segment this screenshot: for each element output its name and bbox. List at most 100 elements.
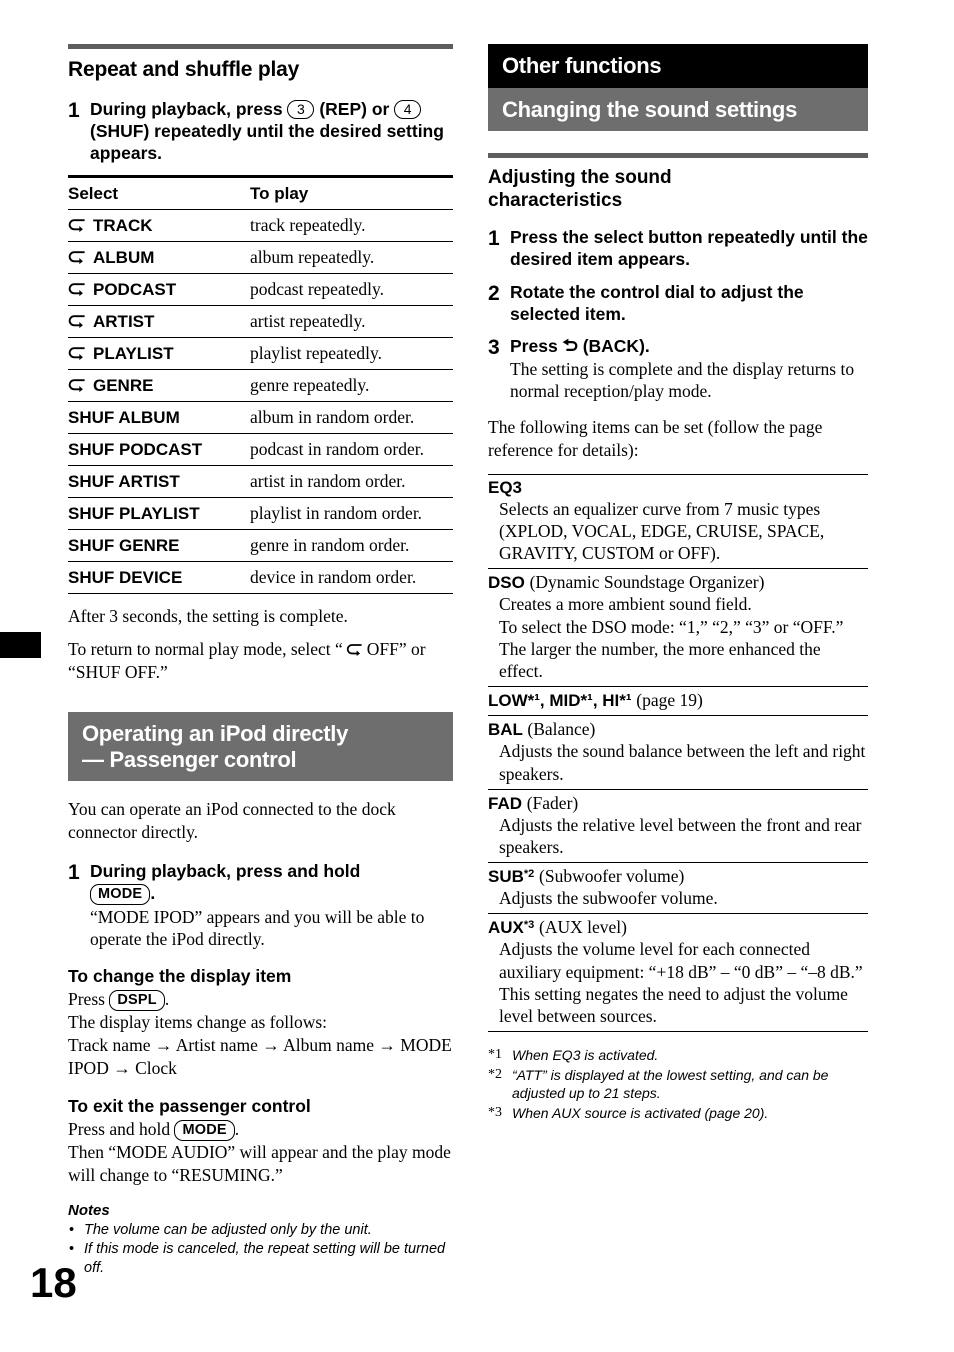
footnote-row: *1 When EQ3 is activated. xyxy=(488,1046,868,1065)
cell-to-play: artist repeatedly. xyxy=(250,305,453,338)
setting-term: FAD (Fader) xyxy=(488,793,868,814)
button-chip-4[interactable]: 4 xyxy=(394,100,422,119)
mode-button-chip[interactable]: MODE xyxy=(174,1119,235,1141)
banner-line-2: — Passenger control xyxy=(82,746,297,772)
setting-description: Adjusts the subwoofer volume. xyxy=(488,887,868,909)
sound-settings-list: EQ3 Selects an equalizer curve from 7 mus… xyxy=(488,473,868,1033)
table-row: SHUF PODCAST podcast in random order. xyxy=(68,433,453,466)
footnote-text: When AUX source is activated (page 20). xyxy=(512,1105,769,1122)
step-number: 1 xyxy=(68,99,80,122)
exit-passenger-body: Press and hold MODE. Then “MODE AUDIO” w… xyxy=(68,1118,453,1187)
column-header-toplay: To play xyxy=(250,174,453,210)
cell-to-play: genre in random order. xyxy=(250,529,453,562)
table-row: GENRE genre repeatedly. xyxy=(68,369,453,402)
cell-to-play: device in random order. xyxy=(250,561,453,594)
cell-select: SHUF ARTIST xyxy=(68,465,250,498)
setting-term-paren: (page 19) xyxy=(636,690,703,711)
table-row: ARTIST artist repeatedly. xyxy=(68,305,453,338)
mode-label: PLAYLIST xyxy=(93,343,174,363)
press-tail: . xyxy=(164,989,170,1010)
section-rule xyxy=(68,44,453,49)
setting-desc-line: The larger the number, the more enhanced… xyxy=(499,638,821,682)
step-repeat-shuffle: 1 During playback, press 3 (REP) or 4 (S… xyxy=(68,98,453,165)
setting-term-paren: (Subwoofer volume) xyxy=(539,866,685,887)
return-normal-note: To return to normal play mode, select “O… xyxy=(68,638,453,684)
subsection-title: Adjusting the sound characteristics xyxy=(488,167,868,213)
table-row: SHUF PLAYLIST playlist in random order. xyxy=(68,497,453,530)
cell-to-play: artist in random order. xyxy=(250,465,453,498)
setting-item: DSO (Dynamic Soundstage Organizer) Create… xyxy=(488,569,868,688)
setting-desc-line: Adjusts the sound balance between the le… xyxy=(499,741,866,784)
setting-desc-line: To select the DSO mode: “1,” “2,” “3” or… xyxy=(499,616,844,637)
mode-button-chip[interactable]: MODE xyxy=(90,884,151,906)
footnote-row: *3 When AUX source is activated (page 20)… xyxy=(488,1104,868,1123)
step-text: Press the select button repeatedly until… xyxy=(510,227,868,270)
repeat-loop-icon xyxy=(68,378,85,392)
step-text-part-a: During playback, press xyxy=(90,99,283,119)
cell-select: GENRE xyxy=(68,369,250,402)
table-row: SHUF GENRE genre in random order. xyxy=(68,529,453,562)
cell-select: PLAYLIST xyxy=(68,337,250,370)
step-head-part-a: Press xyxy=(510,335,558,356)
mode-label: SHUF ARTIST xyxy=(68,471,180,491)
step-text-part-c: (SHUF) repeatedly until the desired sett… xyxy=(90,121,444,164)
cell-select: SHUF PODCAST xyxy=(68,433,250,466)
step-rotate-control-dial: 2 Rotate the control dial to adjust the … xyxy=(488,281,868,325)
press-hold-mode-line: Press and hold MODE. xyxy=(68,1118,453,1141)
step-head-tail: . xyxy=(150,883,156,904)
step-sub-text: “MODE IPOD” appears and you will be able… xyxy=(90,907,425,950)
setting-term: LOW*¹, MID*¹, HI*¹ (page 19) xyxy=(488,690,868,711)
mode-label: TRACK xyxy=(93,215,153,235)
step-ipod-mode: 1 During playback, press and hold MODE. … xyxy=(68,860,453,950)
page-number: 18 xyxy=(30,1259,77,1306)
display-item-sequence: Track name → Artist name → Album name → … xyxy=(68,1035,452,1078)
heading-exit-passenger-control: To exit the passenger control xyxy=(68,1095,311,1116)
press-dspl-line: Press DSPL. xyxy=(68,988,453,1012)
step-number: 3 xyxy=(488,335,500,359)
cell-to-play: playlist repeatedly. xyxy=(250,337,453,370)
footnote-marker: *1 xyxy=(488,1047,502,1063)
cell-to-play: album in random order. xyxy=(250,401,453,434)
setting-item: AUX*3 (AUX level) Adjusts the volume leve… xyxy=(488,914,868,1033)
note-item: The volume can be adjusted only by the u… xyxy=(68,1221,453,1240)
setting-desc-line: Adjusts the volume level for each connec… xyxy=(499,939,863,982)
mode-label: ALBUM xyxy=(93,247,155,267)
return-normal-part-a: To return to normal play mode, select “ xyxy=(68,639,343,660)
table-row: ALBUM album repeatedly. xyxy=(68,241,453,274)
setting-item: BAL (Balance) Adjusts the sound balance b… xyxy=(488,716,868,790)
step-press-back: 3 Press (BACK). The setting is complete a… xyxy=(488,335,868,402)
cell-to-play: genre repeatedly. xyxy=(250,369,453,402)
cell-to-play: podcast in random order. xyxy=(250,433,453,466)
footnote-marker: *3 xyxy=(488,1105,502,1121)
setting-term-name: FAD xyxy=(488,793,522,813)
setting-description: Adjusts the sound balance between the le… xyxy=(488,740,868,784)
setting-term: EQ3 xyxy=(488,478,868,498)
exit-passenger-detail: Then “MODE AUDIO” will appear and the pl… xyxy=(68,1141,451,1185)
step-number: 2 xyxy=(488,281,500,305)
manual-page: Repeat and shuffle play 1 During playbac… xyxy=(0,0,954,1352)
setting-term-name: SUB xyxy=(488,867,524,887)
repeat-loop-icon xyxy=(346,644,362,657)
setting-term: DSO (Dynamic Soundstage Organizer) xyxy=(488,572,868,593)
setting-item: EQ3 Selects an equalizer curve from 7 mus… xyxy=(488,475,868,570)
button-chip-3[interactable]: 3 xyxy=(287,100,315,119)
section-banner-other-functions: Other functions xyxy=(488,44,868,88)
setting-term: AUX*3 (AUX level) xyxy=(488,917,868,938)
repeat-loop-icon xyxy=(68,282,85,296)
cell-select: ALBUM xyxy=(68,241,250,274)
setting-desc-line: Selects an equalizer curve from 7 music … xyxy=(499,498,825,564)
mode-label: GENRE xyxy=(93,375,154,395)
mode-label: SHUF PLAYLIST xyxy=(68,503,200,523)
setting-term-paren: (Balance) xyxy=(527,719,596,740)
footnote-marker: *2 xyxy=(523,868,535,881)
dspl-button-chip[interactable]: DSPL xyxy=(109,990,165,1012)
table-row: PODCAST podcast repeatedly. xyxy=(68,273,453,306)
page-title: Repeat and shuffle play xyxy=(68,58,300,81)
footnotes-block: *1 When EQ3 is activated. *2 “ATT” is displ… xyxy=(488,1046,868,1122)
display-items-change-line: The display items change as follows: xyxy=(68,1012,328,1033)
section-banner-ipod: Operating an iPod directly — Passenger c… xyxy=(68,711,453,782)
mode-label: SHUF PODCAST xyxy=(68,439,203,459)
footnote-marker: *2 xyxy=(488,1066,502,1082)
mode-label: ARTIST xyxy=(93,311,155,331)
section-banner-changing-sound-settings: Changing the sound settings xyxy=(488,87,868,132)
